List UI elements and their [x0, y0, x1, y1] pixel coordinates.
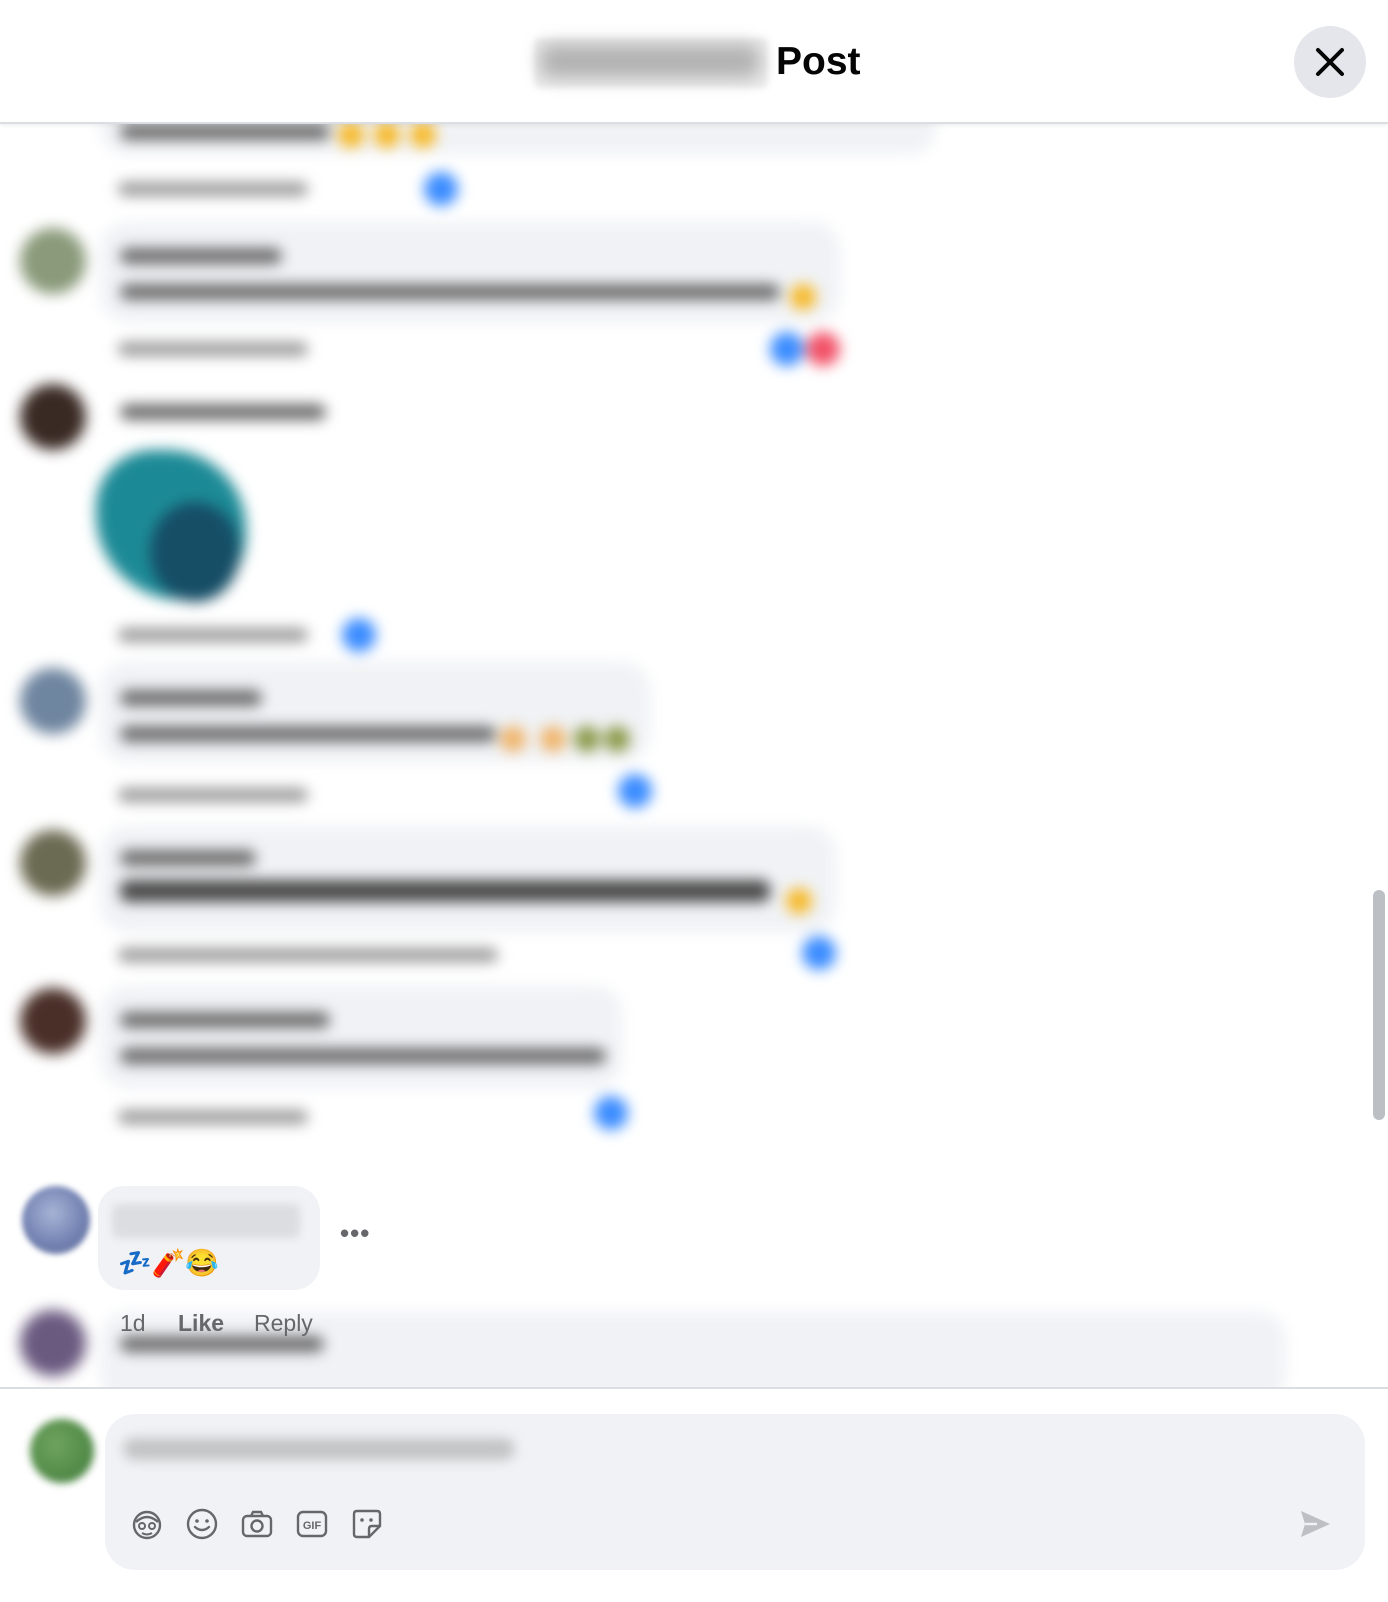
reaction-badge [806, 332, 840, 366]
gif-icon[interactable]: GIF [294, 1506, 330, 1542]
comment-text [120, 726, 496, 742]
reaction-badge [802, 936, 836, 970]
comment-author [120, 248, 282, 264]
comments-feed[interactable]: 💤🧨😂 ••• 1d Like Reply [0, 122, 1388, 1387]
comment-bubble [100, 986, 622, 1088]
comment-text: 💤🧨😂 [118, 1248, 219, 1278]
like-button[interactable]: Like [178, 1310, 224, 1337]
comment-text [120, 284, 780, 300]
reaction-badge [594, 1096, 628, 1130]
reaction-badge [342, 618, 376, 652]
comment-bubble [100, 826, 836, 932]
current-user-avatar [30, 1419, 94, 1483]
avatar[interactable] [22, 1186, 90, 1254]
comment-text [120, 880, 770, 902]
comment-input-placeholder-redacted [123, 1438, 515, 1460]
reaction-badge [424, 172, 458, 206]
author-name-redacted-text [540, 44, 760, 78]
comment-author-redacted[interactable] [112, 1204, 300, 1238]
svg-text:GIF: GIF [303, 1520, 322, 1532]
comment-author [120, 1336, 324, 1352]
comment-bubble: 💤🧨😂 [98, 1186, 320, 1290]
send-icon[interactable] [1297, 1506, 1333, 1542]
comment-item: 💤🧨😂 ••• 1d Like Reply [0, 1162, 700, 1336]
close-icon [1316, 48, 1344, 76]
comment-actions [118, 342, 308, 356]
comment-timestamp[interactable]: 1d [120, 1310, 146, 1337]
comment-author [120, 850, 256, 866]
comment-actions [118, 788, 308, 802]
comment-text [120, 1048, 606, 1064]
avatar [20, 228, 86, 294]
avatar [20, 668, 86, 734]
comment-options-button[interactable]: ••• [340, 1218, 370, 1249]
reaction-badge [770, 332, 804, 366]
comment-actions [118, 182, 308, 196]
avatar [20, 988, 86, 1054]
dialog-header: Post [0, 0, 1388, 124]
comment-actions [118, 1110, 308, 1124]
avatar-sticker-icon[interactable] [129, 1506, 165, 1542]
comment-actions [118, 948, 498, 962]
dialog-title: Post [776, 40, 861, 83]
comment-author [120, 690, 262, 706]
avatar [20, 830, 86, 896]
sticker-icon[interactable] [349, 1506, 385, 1542]
comment-author [120, 1012, 330, 1028]
reply-button[interactable]: Reply [254, 1310, 313, 1337]
comment-actions [118, 628, 308, 642]
comment-input[interactable]: GIF [105, 1414, 1365, 1570]
comment-composer-area: GIF [0, 1387, 1388, 1602]
emoji-icon[interactable] [184, 1506, 220, 1542]
comment-bubble [100, 662, 650, 762]
scrollbar-thumb[interactable] [1373, 890, 1385, 1120]
comment-author [120, 404, 326, 420]
close-button[interactable] [1294, 26, 1366, 98]
reaction-badge [618, 774, 652, 808]
comment-text [120, 124, 330, 140]
camera-icon[interactable] [239, 1506, 275, 1542]
comment-bubble [100, 222, 840, 322]
avatar [20, 384, 86, 450]
